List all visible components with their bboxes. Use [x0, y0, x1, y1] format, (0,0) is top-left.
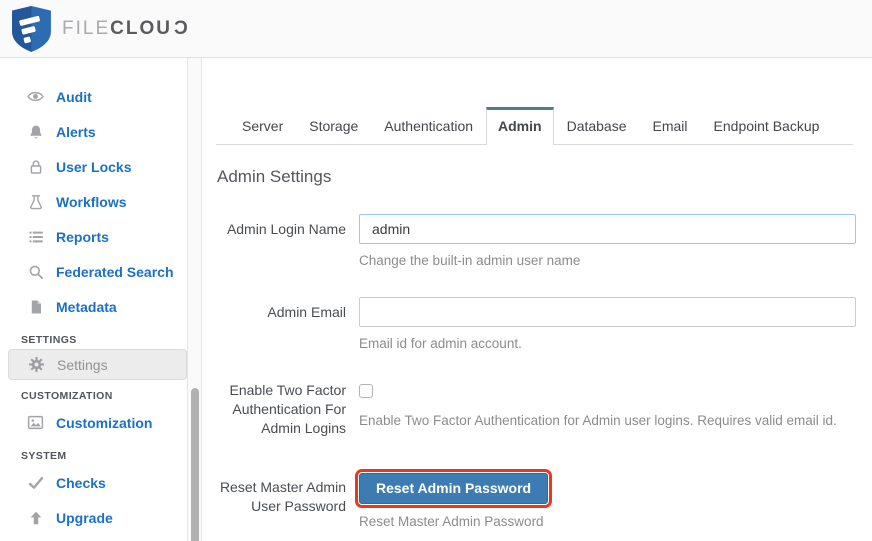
check-icon	[27, 474, 44, 491]
sidebar-item-user-locks[interactable]: User Locks	[0, 149, 187, 184]
sidebar-item-customization[interactable]: Customization	[0, 405, 187, 440]
form-row-admin-email: Admin Email Email id for admin account.	[216, 297, 856, 353]
eye-icon	[27, 88, 44, 105]
page-title: Admin Settings	[217, 167, 332, 186]
flask-icon	[27, 193, 44, 210]
sidebar-scrollbar[interactable]	[187, 58, 202, 541]
tab-authentication[interactable]: Authentication	[371, 109, 486, 144]
form-row-reset-password: Reset Master Admin User Password Reset A…	[216, 469, 853, 531]
filecloud-logo[interactable]: FILE CLOU C	[10, 5, 188, 53]
sidebar-item-settings[interactable]: Settings	[8, 349, 187, 380]
admin-email-input[interactable]	[359, 297, 856, 327]
admin-email-label: Admin Email	[267, 304, 346, 320]
filecloud-wordmark: FILE CLOU C	[62, 17, 188, 39]
sidebar: Audit Alerts User Locks Workflows Report…	[0, 58, 187, 541]
tab-endpoint-backup[interactable]: Endpoint Backup	[701, 109, 833, 144]
sidebar-item-federated-search[interactable]: Federated Search	[0, 254, 187, 289]
two-factor-label: Enable Two Factor Authentication For Adm…	[229, 382, 346, 436]
admin-login-name-help: Change the built-in admin user name	[359, 253, 581, 268]
sidebar-item-alerts[interactable]: Alerts	[0, 114, 187, 149]
section-header-system: SYSTEM	[21, 450, 67, 462]
arrow-up-icon	[27, 509, 44, 526]
settings-tab-bar: Server Storage Authentication Admin Data…	[216, 105, 853, 145]
admin-login-name-input[interactable]	[359, 214, 856, 244]
app-header: FILE CLOU C	[0, 0, 872, 58]
form-row-two-factor: Enable Two Factor Authentication For Adm…	[216, 380, 853, 438]
sidebar-item-checks[interactable]: Checks	[0, 465, 187, 500]
gear-icon	[28, 356, 45, 373]
list-icon	[27, 228, 44, 245]
filecloud-shield-icon	[10, 5, 53, 53]
filecloud-admin-window: FILE CLOU C Audit Alerts User Locks Work…	[0, 0, 872, 541]
file-icon	[27, 298, 44, 315]
admin-email-help: Email id for admin account.	[359, 336, 522, 351]
section-header-customization: CUSTOMIZATION	[21, 390, 113, 402]
two-factor-checkbox[interactable]	[359, 384, 373, 398]
sidebar-item-upgrade[interactable]: Upgrade	[0, 500, 187, 535]
scrollbar-thumb[interactable]	[191, 388, 199, 541]
reset-password-help: Reset Master Admin Password	[359, 514, 544, 529]
section-header-settings: SETTINGS	[21, 334, 77, 346]
lock-icon	[27, 158, 44, 175]
sidebar-item-workflows[interactable]: Workflows	[0, 184, 187, 219]
image-icon	[27, 414, 44, 431]
tab-server[interactable]: Server	[229, 109, 296, 144]
admin-login-name-label: Admin Login Name	[226, 221, 346, 237]
form-row-admin-login-name: Admin Login Name Change the built-in adm…	[216, 214, 856, 270]
sidebar-item-metadata[interactable]: Metadata	[0, 289, 187, 324]
settings-panel: Server Storage Authentication Admin Data…	[202, 58, 872, 541]
reset-password-label: Reset Master Admin User Password	[219, 479, 346, 514]
tab-email[interactable]: Email	[640, 109, 701, 144]
tab-admin[interactable]: Admin	[486, 107, 554, 145]
tab-storage[interactable]: Storage	[296, 109, 371, 144]
bell-icon	[27, 123, 44, 140]
sidebar-item-reports[interactable]: Reports	[0, 219, 187, 254]
search-icon	[27, 263, 44, 280]
sidebar-item-audit[interactable]: Audit	[0, 79, 187, 114]
reset-admin-password-button[interactable]: Reset Admin Password	[354, 469, 553, 508]
two-factor-help: Enable Two Factor Authentication for Adm…	[359, 413, 837, 428]
tab-database[interactable]: Database	[554, 109, 640, 144]
